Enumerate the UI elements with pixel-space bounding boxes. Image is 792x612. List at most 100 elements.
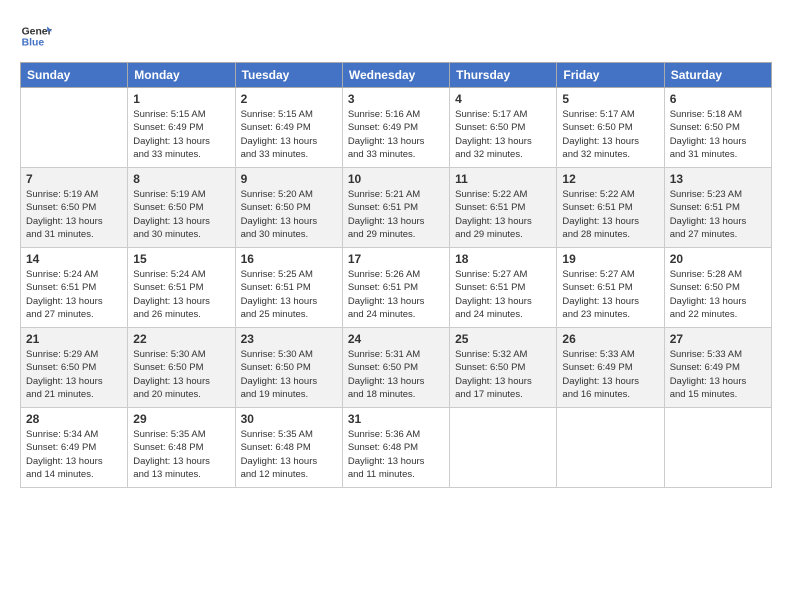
calendar-cell: 28 Sunrise: 5:34 AM Sunset: 6:49 PM Dayli… <box>21 408 128 488</box>
day-number: 7 <box>26 172 122 186</box>
calendar-cell: 30 Sunrise: 5:35 AM Sunset: 6:48 PM Dayli… <box>235 408 342 488</box>
day-number: 28 <box>26 412 122 426</box>
day-info: Sunrise: 5:34 AM Sunset: 6:49 PM Dayligh… <box>26 428 122 481</box>
calendar-week-4: 21Sunrise: 5:29 AM Sunset: 6:50 PM Dayli… <box>21 328 772 408</box>
day-number: 1 <box>133 92 229 106</box>
logo: General Blue <box>20 20 56 52</box>
day-info: Sunrise: 5:18 AM Sunset: 6:50 PM Dayligh… <box>670 108 766 161</box>
day-info: Sunrise: 5:24 AM Sunset: 6:51 PM Dayligh… <box>26 268 122 321</box>
calendar-cell: 10 Sunrise: 5:21 AM Sunset: 6:51 PM Dayli… <box>342 168 449 248</box>
day-info: Sunrise: 5:17 AM Sunset: 6:50 PM Dayligh… <box>455 108 551 161</box>
calendar-cell <box>664 408 771 488</box>
day-number: 4 <box>455 92 551 106</box>
day-info: Sunrise: 5:19 AM Sunset: 6:50 PM Dayligh… <box>26 188 122 241</box>
calendar-cell: 29 Sunrise: 5:35 AM Sunset: 6:48 PM Dayli… <box>128 408 235 488</box>
column-header-thursday: Thursday <box>450 63 557 88</box>
day-number: 15 <box>133 252 229 266</box>
day-info: Sunrise: 5:15 AM Sunset: 6:49 PM Dayligh… <box>241 108 337 161</box>
day-number: 2 <box>241 92 337 106</box>
calendar-cell <box>557 408 664 488</box>
calendar-header-row: SundayMondayTuesdayWednesdayThursdayFrid… <box>21 63 772 88</box>
calendar-cell: 12 Sunrise: 5:22 AM Sunset: 6:51 PM Dayli… <box>557 168 664 248</box>
day-number: 30 <box>241 412 337 426</box>
day-info: Sunrise: 5:23 AM Sunset: 6:51 PM Dayligh… <box>670 188 766 241</box>
column-header-sunday: Sunday <box>21 63 128 88</box>
day-info: Sunrise: 5:22 AM Sunset: 6:51 PM Dayligh… <box>562 188 658 241</box>
day-number: 20 <box>670 252 766 266</box>
day-info: Sunrise: 5:33 AM Sunset: 6:49 PM Dayligh… <box>670 348 766 401</box>
calendar-cell: 15Sunrise: 5:24 AM Sunset: 6:51 PM Dayli… <box>128 248 235 328</box>
calendar-cell: 16 Sunrise: 5:25 AM Sunset: 6:51 PM Dayli… <box>235 248 342 328</box>
day-number: 17 <box>348 252 444 266</box>
calendar-cell: 13 Sunrise: 5:23 AM Sunset: 6:51 PM Dayli… <box>664 168 771 248</box>
calendar-cell: 2 Sunrise: 5:15 AM Sunset: 6:49 PM Daylig… <box>235 88 342 168</box>
day-info: Sunrise: 5:26 AM Sunset: 6:51 PM Dayligh… <box>348 268 444 321</box>
day-number: 29 <box>133 412 229 426</box>
day-info: Sunrise: 5:25 AM Sunset: 6:51 PM Dayligh… <box>241 268 337 321</box>
day-number: 11 <box>455 172 551 186</box>
day-info: Sunrise: 5:16 AM Sunset: 6:49 PM Dayligh… <box>348 108 444 161</box>
day-info: Sunrise: 5:27 AM Sunset: 6:51 PM Dayligh… <box>455 268 551 321</box>
calendar-week-5: 28 Sunrise: 5:34 AM Sunset: 6:49 PM Dayli… <box>21 408 772 488</box>
day-number: 18 <box>455 252 551 266</box>
header: General Blue <box>20 20 772 52</box>
calendar-cell: 27 Sunrise: 5:33 AM Sunset: 6:49 PM Dayli… <box>664 328 771 408</box>
calendar-cell: 17 Sunrise: 5:26 AM Sunset: 6:51 PM Dayli… <box>342 248 449 328</box>
day-number: 8 <box>133 172 229 186</box>
day-number: 16 <box>241 252 337 266</box>
day-info: Sunrise: 5:35 AM Sunset: 6:48 PM Dayligh… <box>133 428 229 481</box>
day-number: 21 <box>26 332 122 346</box>
day-info: Sunrise: 5:36 AM Sunset: 6:48 PM Dayligh… <box>348 428 444 481</box>
calendar-cell: 19 Sunrise: 5:27 AM Sunset: 6:51 PM Dayli… <box>557 248 664 328</box>
calendar-cell: 8 Sunrise: 5:19 AM Sunset: 6:50 PM Daylig… <box>128 168 235 248</box>
day-number: 6 <box>670 92 766 106</box>
day-info: Sunrise: 5:21 AM Sunset: 6:51 PM Dayligh… <box>348 188 444 241</box>
day-info: Sunrise: 5:33 AM Sunset: 6:49 PM Dayligh… <box>562 348 658 401</box>
calendar: SundayMondayTuesdayWednesdayThursdayFrid… <box>20 62 772 488</box>
calendar-cell: 31 Sunrise: 5:36 AM Sunset: 6:48 PM Dayli… <box>342 408 449 488</box>
calendar-week-1: 1 Sunrise: 5:15 AM Sunset: 6:49 PM Daylig… <box>21 88 772 168</box>
day-info: Sunrise: 5:28 AM Sunset: 6:50 PM Dayligh… <box>670 268 766 321</box>
calendar-cell: 26 Sunrise: 5:33 AM Sunset: 6:49 PM Dayli… <box>557 328 664 408</box>
day-number: 14 <box>26 252 122 266</box>
calendar-cell: 6 Sunrise: 5:18 AM Sunset: 6:50 PM Daylig… <box>664 88 771 168</box>
calendar-week-3: 14 Sunrise: 5:24 AM Sunset: 6:51 PM Dayli… <box>21 248 772 328</box>
svg-text:Blue: Blue <box>22 38 45 49</box>
calendar-cell: 23Sunrise: 5:30 AM Sunset: 6:50 PM Dayli… <box>235 328 342 408</box>
day-info: Sunrise: 5:17 AM Sunset: 6:50 PM Dayligh… <box>562 108 658 161</box>
day-info: Sunrise: 5:19 AM Sunset: 6:50 PM Dayligh… <box>133 188 229 241</box>
day-info: Sunrise: 5:32 AM Sunset: 6:50 PM Dayligh… <box>455 348 551 401</box>
calendar-cell: 24Sunrise: 5:31 AM Sunset: 6:50 PM Dayli… <box>342 328 449 408</box>
day-info: Sunrise: 5:22 AM Sunset: 6:51 PM Dayligh… <box>455 188 551 241</box>
calendar-cell: 20 Sunrise: 5:28 AM Sunset: 6:50 PM Dayli… <box>664 248 771 328</box>
day-info: Sunrise: 5:15 AM Sunset: 6:49 PM Dayligh… <box>133 108 229 161</box>
calendar-cell: 11 Sunrise: 5:22 AM Sunset: 6:51 PM Dayli… <box>450 168 557 248</box>
day-number: 22 <box>133 332 229 346</box>
column-header-saturday: Saturday <box>664 63 771 88</box>
day-number: 27 <box>670 332 766 346</box>
calendar-cell: 5 Sunrise: 5:17 AM Sunset: 6:50 PM Daylig… <box>557 88 664 168</box>
calendar-cell: 3Sunrise: 5:16 AM Sunset: 6:49 PM Daylig… <box>342 88 449 168</box>
day-number: 12 <box>562 172 658 186</box>
day-number: 5 <box>562 92 658 106</box>
logo-icon: General Blue <box>20 20 52 52</box>
day-number: 23 <box>241 332 337 346</box>
day-number: 31 <box>348 412 444 426</box>
day-info: Sunrise: 5:27 AM Sunset: 6:51 PM Dayligh… <box>562 268 658 321</box>
calendar-week-2: 7 Sunrise: 5:19 AM Sunset: 6:50 PM Daylig… <box>21 168 772 248</box>
calendar-cell: 22 Sunrise: 5:30 AM Sunset: 6:50 PM Dayli… <box>128 328 235 408</box>
calendar-cell: 9Sunrise: 5:20 AM Sunset: 6:50 PM Daylig… <box>235 168 342 248</box>
calendar-cell: 14 Sunrise: 5:24 AM Sunset: 6:51 PM Dayli… <box>21 248 128 328</box>
calendar-cell: 1 Sunrise: 5:15 AM Sunset: 6:49 PM Daylig… <box>128 88 235 168</box>
calendar-cell <box>21 88 128 168</box>
day-number: 26 <box>562 332 658 346</box>
column-header-tuesday: Tuesday <box>235 63 342 88</box>
day-number: 10 <box>348 172 444 186</box>
day-info: Sunrise: 5:20 AM Sunset: 6:50 PM Dayligh… <box>241 188 337 241</box>
day-info: Sunrise: 5:31 AM Sunset: 6:50 PM Dayligh… <box>348 348 444 401</box>
calendar-cell: 7 Sunrise: 5:19 AM Sunset: 6:50 PM Daylig… <box>21 168 128 248</box>
day-info: Sunrise: 5:30 AM Sunset: 6:50 PM Dayligh… <box>133 348 229 401</box>
day-number: 19 <box>562 252 658 266</box>
day-info: Sunrise: 5:35 AM Sunset: 6:48 PM Dayligh… <box>241 428 337 481</box>
day-number: 13 <box>670 172 766 186</box>
